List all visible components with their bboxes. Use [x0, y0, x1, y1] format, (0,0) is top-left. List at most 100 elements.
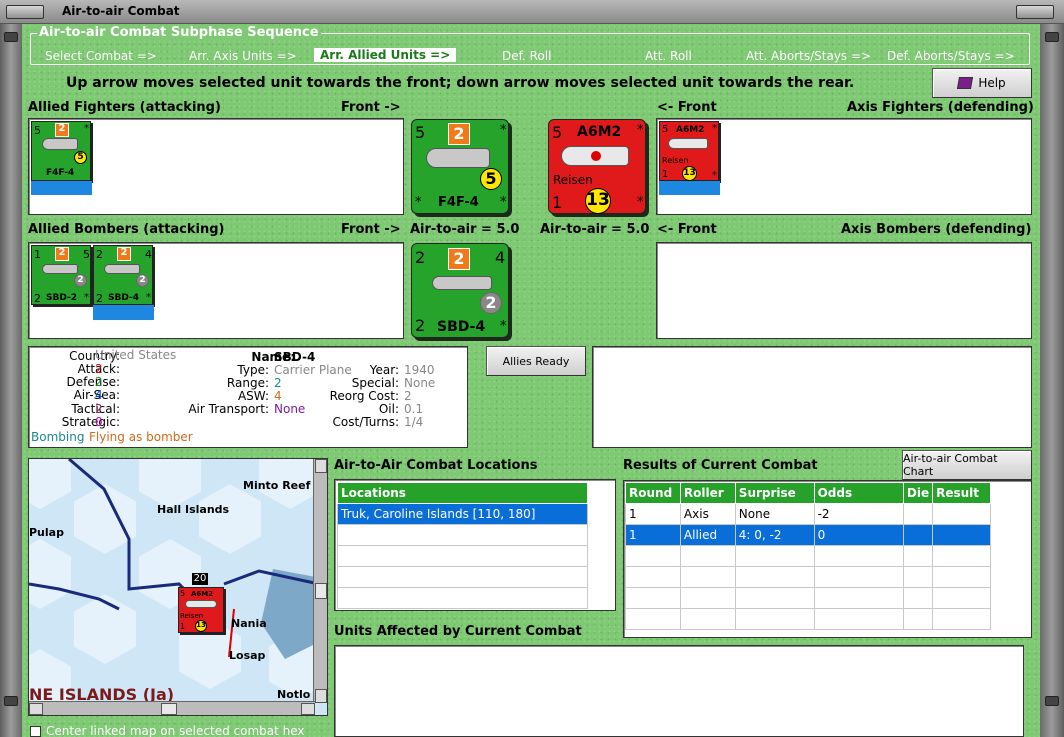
- scroll-up-arrow-icon[interactable]: [315, 459, 327, 473]
- odds-cell: -2: [813, 503, 904, 525]
- unit-name: A6M2: [191, 590, 214, 598]
- step-arrange-allied[interactable]: Arr. Allied Units =>: [314, 48, 457, 62]
- rivet-icon: [1045, 32, 1059, 42]
- range-value: 5: [83, 248, 90, 261]
- attack-value: 5: [415, 123, 426, 142]
- result-cell: [932, 503, 991, 525]
- step-attacker-roll[interactable]: Att. Roll: [645, 49, 692, 63]
- unit-counter-sbd-4[interactable]: 2 2 4 2 2 SBD-4 *: [93, 245, 153, 305]
- unit-counter-sbd-2[interactable]: 1 2 5 2 2 SBD-2 *: [31, 245, 91, 305]
- unit-name: A6M2: [577, 124, 622, 140]
- result-row[interactable]: [625, 545, 991, 567]
- scroll-down-arrow-icon[interactable]: [315, 689, 327, 703]
- col-die[interactable]: Die: [902, 482, 934, 504]
- defense-badge: 2: [448, 123, 470, 145]
- location-row[interactable]: [337, 524, 588, 546]
- star-mark: *: [500, 195, 507, 210]
- col-round[interactable]: Round: [625, 482, 681, 504]
- window-frame-right: [1040, 24, 1064, 737]
- locations-title: Air-to-Air Combat Locations: [334, 458, 538, 473]
- range-value: 1: [552, 193, 563, 212]
- defense-badge: 2: [448, 248, 470, 270]
- window-menu-button[interactable]: [6, 5, 44, 19]
- col-odds[interactable]: Odds: [813, 482, 904, 504]
- bomb-circle: 2: [136, 274, 149, 287]
- window-title: Air-to-air Combat: [62, 4, 180, 18]
- strategic-key: Strategic:: [61, 415, 120, 429]
- scroll-left-arrow-icon[interactable]: [29, 703, 43, 715]
- result-row[interactable]: 1 Allied 4: 0, -2 0: [625, 524, 991, 546]
- location-cell: Truk, Caroline Islands [110, 180]: [337, 503, 588, 525]
- result-cell: [932, 524, 991, 546]
- results-title: Results of Current Combat: [623, 458, 818, 473]
- map-label-notlo: Notlo: [277, 688, 311, 701]
- star-mark: *: [637, 195, 644, 210]
- center-map-checkbox[interactable]: [30, 726, 41, 737]
- range-value: 2: [274, 376, 282, 390]
- map-label-nania: Nania: [231, 617, 267, 630]
- col-surprise[interactable]: Surprise: [734, 482, 815, 504]
- unit-name: F4F-4: [46, 168, 75, 178]
- hinomaru-icon: [591, 151, 601, 161]
- axis-bombers-panel[interactable]: [656, 242, 1032, 339]
- star-mark: *: [712, 123, 717, 134]
- unit-name: SBD-4: [437, 319, 486, 335]
- special-value: None: [404, 376, 436, 390]
- attack-value: 2: [95, 362, 103, 376]
- step-select-combat[interactable]: Select Combat =>: [45, 49, 157, 63]
- map-unit-a6m2[interactable]: 5 A6M2 Reisen 1 13: [178, 587, 224, 633]
- plane-icon: [185, 600, 217, 608]
- step-defender-roll[interactable]: Def. Roll: [502, 49, 551, 63]
- die-cell: [902, 503, 934, 525]
- result-row[interactable]: 1 Axis None -2: [625, 503, 991, 525]
- unit-counter-a6m2[interactable]: 5 A6M2 * Reisen 1 13 *: [659, 121, 719, 181]
- attack-value: 2: [96, 248, 103, 261]
- star-mark: *: [415, 195, 422, 210]
- round-cell: 1: [625, 503, 681, 525]
- unit-counter-f4f-4[interactable]: 5 2 * 5 F4F-4: [31, 121, 91, 181]
- help-button[interactable]: Help: [932, 68, 1032, 98]
- reorg-value: 2: [404, 389, 412, 403]
- a2a-circle: 5: [480, 168, 502, 190]
- rivet-icon: [1045, 696, 1059, 706]
- allies-ready-button[interactable]: Allies Ready: [486, 346, 586, 376]
- tactical-value: 2: [96, 292, 103, 305]
- location-row[interactable]: [337, 566, 588, 588]
- step-attacker-aborts[interactable]: Att. Aborts/Stays =>: [746, 49, 871, 63]
- center-map-option[interactable]: Center linked map on selected combat hex: [28, 724, 328, 737]
- range-value: 4: [495, 248, 506, 267]
- linked-map[interactable]: Minto Reef Hall Islands Pulap Nania Losa…: [28, 458, 328, 716]
- scroll-thumb[interactable]: [161, 703, 177, 715]
- col-roller[interactable]: Roller: [679, 482, 736, 504]
- map-horizontal-scrollbar[interactable]: [29, 701, 315, 715]
- bombing-mode: Bombing: [31, 430, 85, 444]
- round-cell: 1: [625, 524, 681, 546]
- scroll-right-arrow-icon[interactable]: [301, 703, 315, 715]
- step-arrange-axis[interactable]: Arr. Axis Units =>: [189, 49, 297, 63]
- airsea-value: 4: [95, 388, 103, 402]
- selected-bomber-counter: 2 2 4 2 2 SBD-4 *: [411, 243, 509, 338]
- location-row[interactable]: [337, 545, 588, 567]
- result-row[interactable]: [625, 608, 991, 630]
- strategic-value: 0: [95, 415, 103, 429]
- result-row[interactable]: [625, 587, 991, 609]
- map-vertical-scrollbar[interactable]: [313, 459, 327, 703]
- result-row[interactable]: [625, 566, 991, 588]
- selection-bar: [31, 181, 92, 195]
- defense-badge: 2: [117, 247, 131, 261]
- axis-bombers-label: Axis Bombers (defending): [841, 222, 1032, 237]
- close-window-button[interactable]: [1016, 5, 1054, 19]
- star-mark: *: [84, 123, 89, 134]
- star-mark: *: [500, 123, 507, 138]
- col-result[interactable]: Result: [932, 482, 991, 504]
- step-defender-aborts[interactable]: Def. Aborts/Stays =>: [887, 49, 1015, 63]
- location-row[interactable]: Truk, Caroline Islands [110, 180]: [337, 503, 588, 525]
- a2a-combat-chart-button[interactable]: Air-to-air Combat Chart: [902, 450, 1032, 480]
- odds-cell: 0: [813, 524, 904, 546]
- star-mark: *: [84, 292, 89, 303]
- front-arrow-label: Front ->: [341, 100, 401, 115]
- location-row[interactable]: [337, 587, 588, 609]
- scroll-thumb[interactable]: [315, 583, 327, 599]
- special-key: Special:: [351, 376, 399, 390]
- a2a-circle: 13: [585, 188, 611, 214]
